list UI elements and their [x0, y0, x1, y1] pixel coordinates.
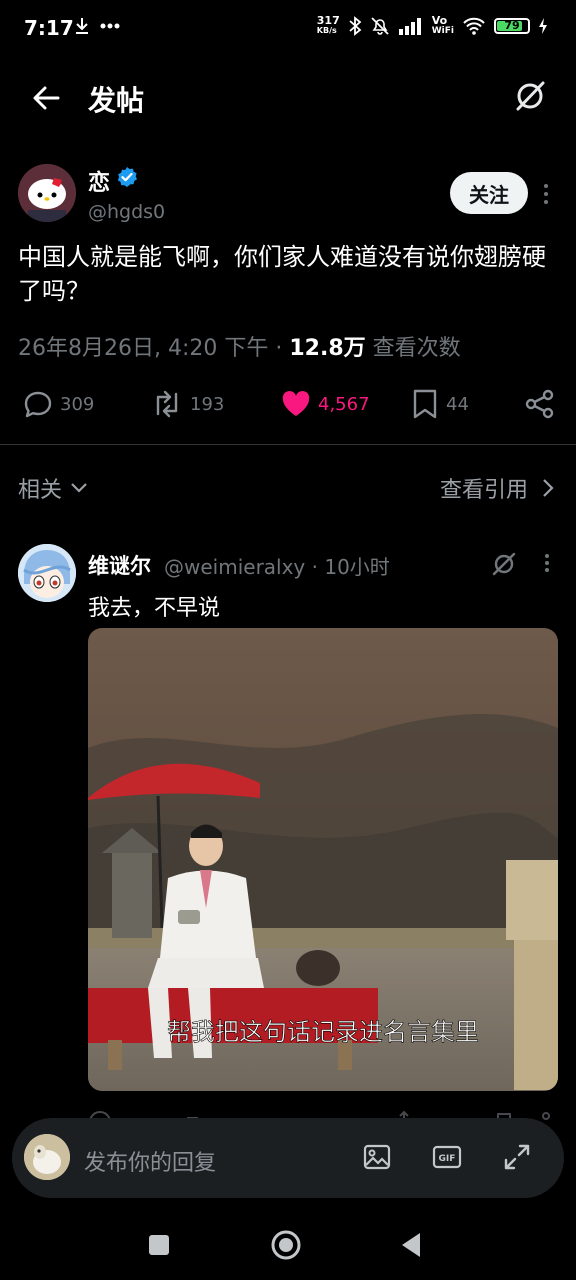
bluetooth-icon — [348, 16, 362, 36]
view-count-label: 查看次数 — [372, 336, 461, 361]
chevron-right-icon — [543, 479, 554, 497]
status-bar: 7:17 317 KB/s Vo WiFi 79 — [0, 0, 576, 56]
gif-label: GIF — [439, 1154, 456, 1164]
reply-more-button[interactable] — [540, 552, 554, 574]
repost-icon — [156, 390, 178, 418]
grok-button[interactable] — [512, 78, 548, 114]
more-vertical-icon — [545, 554, 549, 572]
reply-time: 10小时 — [324, 555, 390, 579]
network-speed: 317 KB/s — [316, 14, 340, 35]
bookmark-button[interactable]: 44 — [410, 384, 469, 424]
back-button[interactable] — [28, 80, 64, 116]
view-quotes-link[interactable]: 查看引用 — [440, 472, 554, 504]
related-label: 相关 — [18, 478, 63, 503]
top-app-bar: 发帖 — [0, 60, 576, 136]
more-notifications-icon — [100, 23, 120, 29]
download-icon — [74, 17, 90, 35]
view-count: 12.8万 — [289, 336, 366, 361]
gif-icon: GIF — [432, 1145, 462, 1169]
media-subtitle: 帮我把这句话记录进名言集里 — [167, 1018, 479, 1046]
bookmark-icon — [413, 389, 437, 419]
reply-avatar[interactable] — [18, 544, 76, 602]
reply-composer[interactable]: 发布你的回复 GIF — [12, 1118, 564, 1198]
composer-avatar — [24, 1134, 70, 1180]
like-count: 4,567 — [318, 393, 370, 415]
chevron-down-icon — [71, 483, 87, 493]
expand-icon — [504, 1144, 530, 1170]
expand-composer-button[interactable] — [502, 1142, 532, 1172]
wifi-icon — [462, 17, 486, 35]
charging-icon — [538, 17, 548, 35]
image-icon — [363, 1144, 391, 1170]
verified-badge-icon — [116, 166, 138, 188]
share-icon — [525, 389, 554, 419]
divider — [0, 444, 576, 445]
arrow-left-icon — [33, 86, 60, 110]
comment-icon — [24, 391, 52, 418]
grok-icon — [492, 552, 516, 576]
add-gif-button[interactable]: GIF — [432, 1142, 462, 1172]
author-avatar[interactable] — [18, 164, 76, 222]
reply-input[interactable]: 发布你的回复 — [84, 1145, 216, 1177]
mute-icon — [370, 16, 390, 36]
post-actions: 309 193 4,567 44 — [0, 384, 576, 428]
repost-count: 193 — [190, 393, 225, 415]
battery-indicator: 79 — [494, 18, 530, 34]
more-options-button[interactable] — [538, 182, 554, 206]
reply-button[interactable]: 309 — [22, 384, 94, 424]
reply-count: 309 — [60, 393, 95, 415]
recents-button[interactable] — [148, 1234, 170, 1256]
author-name[interactable]: 恋 — [88, 165, 110, 197]
signal-icon — [398, 17, 424, 35]
circle-icon — [271, 1230, 301, 1260]
heart-filled-icon — [282, 391, 310, 416]
reply-author-handle[interactable]: @weimieralxy — [164, 555, 305, 579]
more-vertical-icon — [544, 184, 548, 204]
related-dropdown[interactable]: 相关 — [18, 472, 88, 504]
like-button[interactable]: 4,567 — [280, 384, 370, 424]
reply-grok-button[interactable] — [490, 550, 518, 578]
reply-meta: @weimieralxy · 10小时 — [164, 551, 390, 580]
repost-button[interactable]: 193 — [150, 384, 224, 424]
meta-separator: · — [275, 336, 283, 361]
grok-icon — [516, 81, 545, 111]
add-image-button[interactable] — [362, 1142, 392, 1172]
reply-author-name[interactable]: 维谜尔 — [88, 550, 151, 580]
post-meta: 26年8月26日, 4:20 下午 · 12.8万 查看次数 — [18, 330, 461, 362]
volte-label: Vo WiFi — [431, 14, 454, 36]
bookmark-count: 44 — [446, 393, 469, 415]
triangle-back-icon — [402, 1233, 420, 1257]
view-quotes-label: 查看引用 — [439, 478, 528, 503]
reply-media-image[interactable]: 帮我把这句话记录进名言集里 — [88, 628, 558, 1091]
page-title: 发帖 — [88, 84, 145, 117]
follow-button[interactable]: 关注 — [450, 172, 528, 214]
post-text: 中国人就是能飞啊，你们家人难道没有说你翅膀硬了吗？ — [18, 243, 546, 305]
reply-text: 我去，不早说 — [88, 596, 221, 621]
back-nav-button[interactable] — [400, 1232, 422, 1258]
square-icon — [149, 1235, 169, 1255]
share-button[interactable] — [524, 384, 556, 424]
post-timestamp: 26年8月26日, 4:20 下午 — [18, 336, 269, 361]
home-button[interactable] — [270, 1229, 302, 1261]
author-handle[interactable]: @hgds0 — [88, 201, 165, 223]
system-nav-bar — [0, 1206, 576, 1280]
status-time: 7:17 — [24, 16, 74, 40]
reply-meta-dot: · — [311, 555, 318, 579]
